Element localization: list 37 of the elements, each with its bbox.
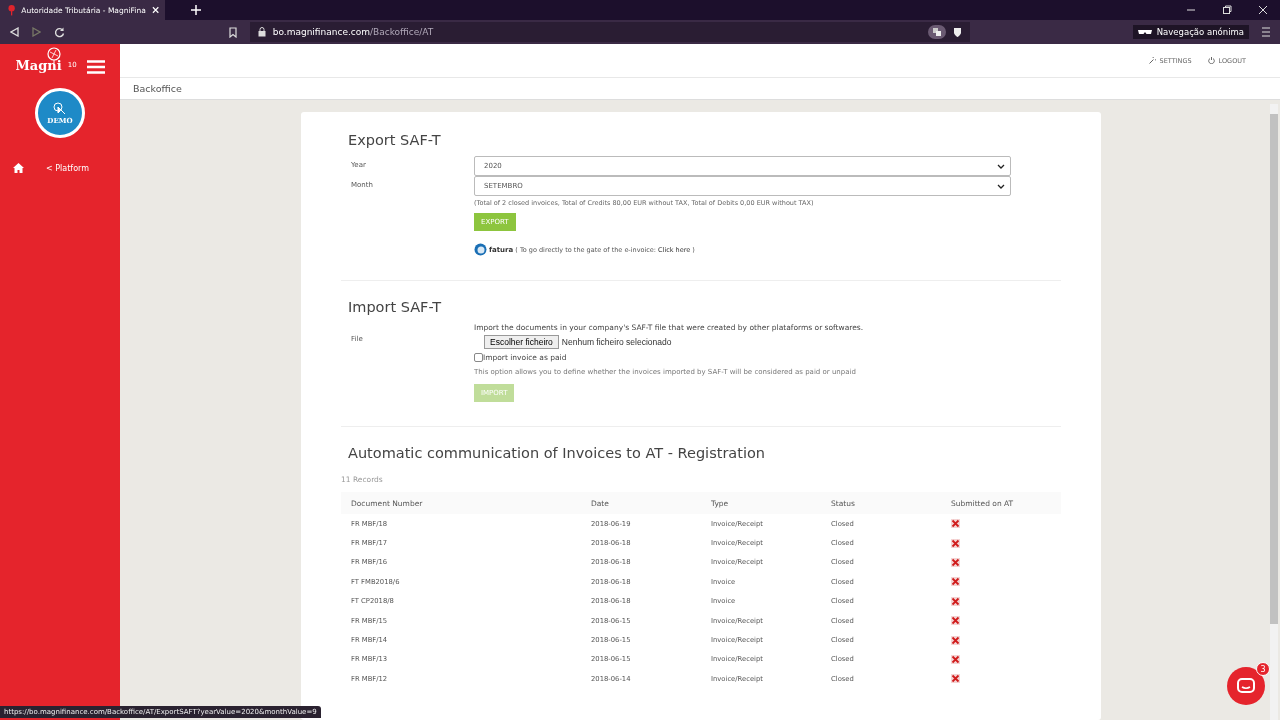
new-tab-icon[interactable] bbox=[191, 5, 201, 15]
breadcrumb: Backoffice bbox=[133, 83, 182, 94]
section-title: Export SAF-T bbox=[348, 132, 442, 148]
incognito-indicator[interactable]: Navegação anónima bbox=[1132, 25, 1249, 39]
lock-icon bbox=[257, 27, 266, 37]
back-icon[interactable] bbox=[10, 27, 19, 37]
chat-icon bbox=[1237, 678, 1255, 694]
restore-icon[interactable] bbox=[1222, 5, 1232, 15]
efatura-logo-icon bbox=[474, 243, 487, 256]
notification-badge: 3 bbox=[1256, 662, 1270, 676]
section-title: Automatic communication of Invoices to AT - Registration bbox=[348, 445, 766, 461]
wrench-icon bbox=[1148, 57, 1156, 64]
file-status: Nenhum ficheiro selecionado bbox=[561, 337, 672, 347]
home-icon[interactable] bbox=[13, 163, 24, 173]
translate-icon[interactable] bbox=[927, 25, 946, 39]
glasses-icon bbox=[1137, 29, 1152, 35]
pointer-icon bbox=[53, 101, 67, 116]
logo-text: Magni bbox=[15, 58, 62, 73]
caret-icon bbox=[997, 163, 1005, 169]
power-icon bbox=[1207, 57, 1215, 64]
pin-icon bbox=[8, 4, 16, 16]
url-text: bo.magnifinance.com/Backoffice/AT bbox=[272, 27, 434, 37]
bookmark-icon[interactable] bbox=[228, 26, 237, 38]
shield-icon[interactable] bbox=[952, 26, 962, 38]
menu-icon[interactable] bbox=[1262, 27, 1270, 37]
scrollbar[interactable] bbox=[1270, 104, 1278, 720]
caret-icon bbox=[997, 183, 1005, 189]
chat-button[interactable] bbox=[1227, 667, 1265, 705]
incognito-label: Navegação anónima bbox=[1156, 27, 1244, 37]
checkbox[interactable] bbox=[474, 353, 483, 362]
choose-file-button[interactable]: Escolher ficheiro bbox=[484, 335, 559, 349]
forward-icon[interactable] bbox=[32, 27, 41, 37]
platform-link[interactable]: < Platform bbox=[46, 163, 89, 173]
address-bar[interactable]: bo.magnifinance.com/Backoffice/AT bbox=[249, 22, 970, 42]
section-title: Import SAF-T bbox=[348, 299, 443, 315]
reload-icon[interactable] bbox=[54, 26, 65, 38]
close-icon[interactable] bbox=[1258, 5, 1268, 15]
